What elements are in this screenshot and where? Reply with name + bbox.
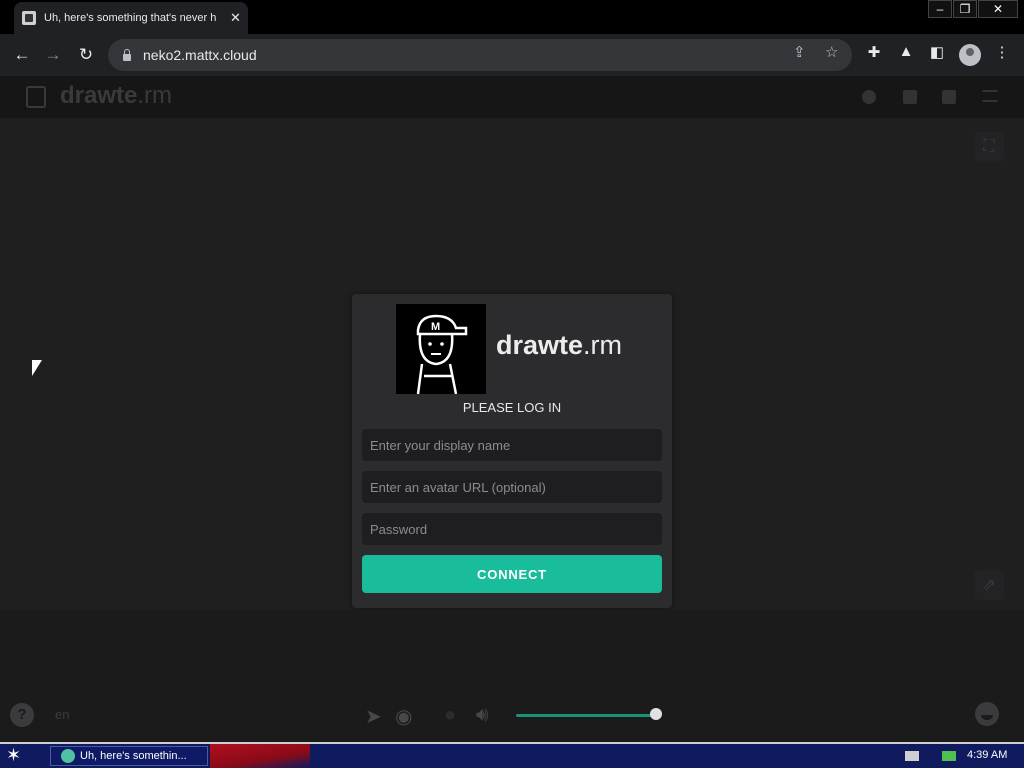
share-icon[interactable]: ⇪ [793, 43, 806, 61]
taskbar-flag-decoration [210, 744, 310, 768]
address-bar[interactable]: neko2.mattx.cloud ⇪ ☆ [108, 39, 852, 71]
side-panel-icon[interactable]: ◧ [926, 43, 948, 61]
hamburger-menu-icon[interactable] [982, 90, 998, 102]
volume-slider-track[interactable] [516, 714, 656, 717]
start-star-icon[interactable]: ✶ [6, 745, 21, 766]
tab-title: Uh, here's something that's never h [44, 12, 217, 24]
page-content: drawte.rm ⛶ ⇗ M drawte.rm PLEASE LOG IN [0, 76, 1024, 742]
emoji-icon[interactable] [975, 702, 999, 726]
bookmark-star-icon[interactable]: ☆ [825, 43, 838, 61]
browser-toolbar: ← → ↻ neko2.mattx.cloud ⇪ ☆ ✚ ▲ ◧ ⋮ [0, 34, 1024, 76]
mouse-cursor-icon [32, 360, 42, 376]
keyboard-tray-icon[interactable] [905, 751, 919, 761]
header-brand-main: drawte [60, 82, 138, 109]
clipboard-icon[interactable] [942, 90, 956, 104]
restore-icon[interactable]: ❐ [953, 0, 977, 18]
header-logo-icon [26, 86, 46, 108]
login-brand-suffix: .rm [583, 330, 623, 360]
login-heading: PLEASE LOG IN [462, 400, 562, 415]
back-icon[interactable]: ← [10, 43, 34, 67]
close-window-icon[interactable]: ✕ [978, 0, 1018, 18]
profile-avatar-icon[interactable] [959, 44, 981, 66]
taskbar-window-label: Uh, here's somethin... [80, 750, 187, 762]
volume-icon[interactable]: 🔊︎ [476, 704, 489, 727]
browser-tab[interactable]: Uh, here's something that's never h ✕ [14, 2, 248, 34]
extensions-puzzle-icon[interactable]: ✚ [863, 43, 885, 61]
taskbar-clock: 4:39 AM [967, 749, 1008, 761]
avatar-url-input[interactable] [362, 471, 662, 503]
tab-favicon-icon [22, 11, 36, 25]
language-selector[interactable]: en [55, 707, 69, 722]
volume-slider-handle[interactable] [650, 708, 662, 720]
play-icon[interactable]: ● [444, 704, 456, 727]
drawterm-logo: M [396, 304, 486, 394]
lock-room-icon[interactable] [903, 90, 917, 104]
control-bar: ? en ➤ ◉ ● 🔊︎ [0, 610, 1024, 742]
lock-icon [123, 48, 131, 61]
fullscreen-icon[interactable]: ⛶ [974, 132, 1004, 162]
video-area[interactable]: ⛶ ⇗ M drawte.rm PLEASE LOG IN CONNECT [0, 118, 1024, 610]
browser-menu-icon[interactable]: ⋮ [991, 43, 1013, 61]
url-text: neko2.mattx.cloud [143, 47, 257, 63]
display-name-input[interactable] [362, 429, 662, 461]
browser-tab-bar: Uh, here's something that's never h ✕ – … [0, 0, 1024, 34]
app-header: drawte.rm [0, 76, 1024, 118]
labs-flask-icon[interactable]: ▲ [895, 43, 917, 60]
forward-icon[interactable]: → [41, 43, 65, 67]
tab-close-icon[interactable]: ✕ [230, 10, 241, 26]
login-modal: M drawte.rm PLEASE LOG IN CONNECT [352, 294, 672, 608]
mouse-icon[interactable] [862, 90, 876, 104]
header-brand-suffix: .rm [137, 82, 173, 109]
login-brand-main: drawte [496, 330, 584, 360]
chrome-task-icon [61, 749, 75, 763]
svg-text:M: M [431, 321, 440, 333]
os-taskbar: ✶ Uh, here's somethin... 4:39 AM [0, 742, 1024, 768]
password-input[interactable] [362, 513, 662, 545]
cursor-control-icon[interactable]: ➤ [365, 704, 382, 729]
help-icon[interactable]: ? [10, 703, 34, 727]
header-brand: drawte.rm [60, 82, 172, 110]
network-tray-icon[interactable] [942, 751, 956, 761]
keyboard-control-icon[interactable]: ◉ [395, 704, 412, 729]
popout-icon[interactable]: ⇗ [974, 570, 1004, 600]
connect-button[interactable]: CONNECT [362, 555, 662, 593]
taskbar-window-button[interactable]: Uh, here's somethin... [50, 746, 208, 766]
reload-icon[interactable]: ↻ [74, 43, 98, 67]
login-brand: drawte.rm [496, 330, 622, 361]
minimize-icon[interactable]: – [928, 0, 952, 18]
